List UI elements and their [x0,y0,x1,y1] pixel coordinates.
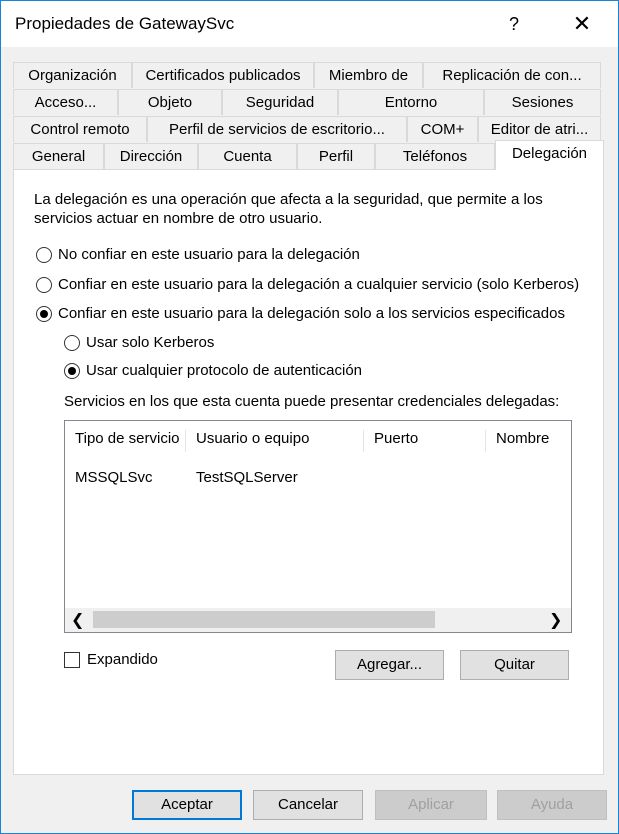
radio-label: No confiar en este usuario para la deleg… [58,246,360,263]
tab-seguridad[interactable]: Seguridad [222,89,338,115]
column-header-name[interactable]: Nombre [496,430,571,452]
ok-button[interactable]: Aceptar [132,790,242,820]
services-label: Servicios en los que esta cuenta puede p… [64,393,560,410]
column-header-user-or-computer[interactable]: Usuario o equipo [196,430,364,452]
title-bar: Propiedades de GatewaySvc ? ✕ [1,1,618,47]
tab-certificados-publicados[interactable]: Certificados publicados [132,62,314,88]
cell-service-type: MSSQLSvc [75,469,153,486]
scroll-thumb[interactable] [93,611,435,628]
list-header: Tipo de servicio Usuario o equipo Puerto… [65,421,571,457]
tab-cuenta[interactable]: Cuenta [198,143,297,169]
radio-button-selected[interactable] [36,305,52,322]
tab-perfil-servicios-escritorio[interactable]: Perfil de servicios de escritorio... [147,116,407,142]
services-list[interactable]: Tipo de servicio Usuario o equipo Puerto… [64,420,572,633]
radio-label: Usar solo Kerberos [86,334,215,351]
tab-delegacion[interactable]: Delegación [495,140,604,170]
radio-button[interactable] [64,334,80,351]
tab-entorno[interactable]: Entorno [338,89,484,115]
radio-kerberos-only[interactable]: Usar solo Kerberos [64,334,214,351]
expand-label: Expandido [87,651,158,668]
tab-replicacion[interactable]: Replicación de con... [423,62,601,88]
tab-telefonos[interactable]: Teléfonos [375,143,495,169]
radio-button-selected[interactable] [64,362,80,379]
radio-label: Usar cualquier protocolo de autenticació… [86,362,362,379]
horizontal-scrollbar[interactable]: ❮ ❯ [65,608,571,632]
radio-delegation-specified-services[interactable]: Confiar en este usuario para la delegaci… [36,305,565,322]
column-header-port[interactable]: Puerto [374,430,486,452]
radio-any-protocol[interactable]: Usar cualquier protocolo de autenticació… [64,362,362,379]
tab-objeto[interactable]: Objeto [118,89,222,115]
radio-button[interactable] [36,276,52,293]
cancel-button[interactable]: Cancelar [253,790,363,820]
tab-com-plus[interactable]: COM+ [407,116,478,142]
help-icon[interactable]: ? [499,9,529,39]
column-header-service-type[interactable]: Tipo de servicio [75,430,186,452]
scroll-right-icon[interactable]: ❯ [549,610,562,630]
tab-sesiones[interactable]: Sesiones [484,89,601,115]
help-button[interactable]: Ayuda [497,790,607,820]
properties-window: Propiedades de GatewaySvc ? ✕ Organizaci… [0,0,619,834]
tab-perfil[interactable]: Perfil [297,143,375,169]
expand-checkbox[interactable] [64,652,80,668]
remove-button[interactable]: Quitar [460,650,569,680]
tab-control-remoto[interactable]: Control remoto [13,116,147,142]
tab-acceso[interactable]: Acceso... [13,89,118,115]
tab-editor-atributos[interactable]: Editor de atri... [478,116,601,142]
close-icon[interactable]: ✕ [566,9,598,39]
radio-delegation-any-service[interactable]: Confiar en este usuario para la delegaci… [36,276,579,293]
cell-user-or-computer: TestSQLServer [196,469,298,486]
tab-organizacion[interactable]: Organización [13,62,132,88]
delegation-description: La delegación es una operación que afect… [34,191,543,227]
window-title: Propiedades de GatewaySvc [15,14,235,33]
tab-miembro-de[interactable]: Miembro de [314,62,423,88]
apply-button[interactable]: Aplicar [375,790,487,820]
radio-label: Confiar en este usuario para la delegaci… [58,305,565,322]
scroll-left-icon[interactable]: ❮ [71,610,84,630]
radio-label: Confiar en este usuario para la delegaci… [58,276,580,293]
add-button[interactable]: Agregar... [335,650,444,680]
delegation-panel: La delegación es una operación que afect… [13,169,604,775]
radio-no-delegation[interactable]: No confiar en este usuario para la deleg… [36,246,360,263]
tab-general[interactable]: General [13,143,104,169]
radio-button[interactable] [36,246,52,263]
tab-direccion[interactable]: Dirección [104,143,198,169]
